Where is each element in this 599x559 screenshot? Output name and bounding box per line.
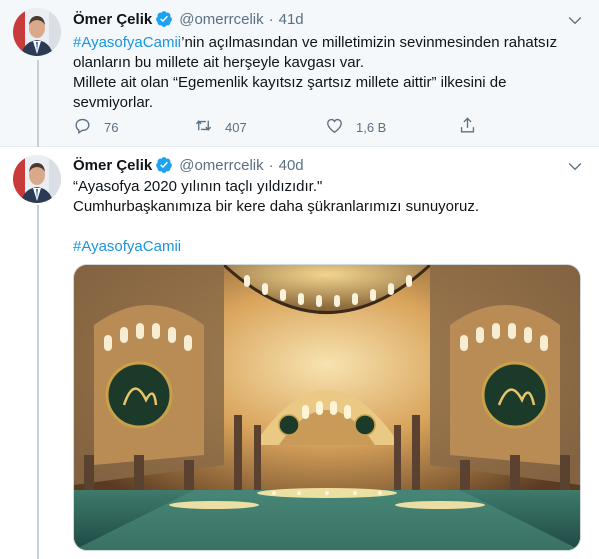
share-icon	[458, 116, 477, 138]
separator-dot: ·	[268, 156, 274, 174]
more-options-icon[interactable]	[565, 156, 585, 176]
thread-line	[37, 60, 39, 147]
tweet-text-line: Millete ait olan “Egemenlik kayıtsız şar…	[73, 74, 507, 91]
reply-icon	[73, 116, 92, 138]
retweet-button[interactable]: 407	[194, 116, 325, 138]
hagia-sophia-interior-image	[74, 265, 580, 550]
separator-dot: ·	[268, 10, 274, 28]
share-button[interactable]	[458, 116, 477, 138]
tweet-text-line: “Ayasofya 2020 yılının taçlı yıldızıdır.…	[73, 178, 323, 195]
reply-button[interactable]: 76	[73, 116, 194, 138]
verified-badge-icon	[155, 10, 173, 28]
tweet-text: #AyasofyaCamii’nin açılmasından ve mille…	[73, 33, 583, 113]
author-name[interactable]: Ömer Çelik	[73, 11, 152, 28]
author-name[interactable]: Ömer Çelik	[73, 157, 152, 174]
retweet-count: 407	[225, 119, 247, 135]
tweet-header: Ömer Çelik @omerrcelik · 41d	[73, 9, 304, 29]
tweet-actions: 76 407 1,6 B	[73, 116, 513, 138]
reply-count: 76	[104, 119, 119, 135]
author-handle[interactable]: @omerrcelik	[179, 11, 263, 28]
tweet-text-line: Cumhurbaşkanımıza bir kere daha şükranla…	[73, 198, 480, 215]
more-options-icon[interactable]	[565, 10, 585, 30]
tweet-timestamp[interactable]: 41d	[279, 11, 304, 28]
hashtag-link[interactable]: #AyasofyaCamii	[73, 34, 181, 51]
avatar[interactable]	[13, 8, 61, 56]
tweet-header: Ömer Çelik @omerrcelik · 40d	[73, 155, 304, 175]
heart-icon	[325, 116, 344, 138]
hashtag-link[interactable]: #AyasofyaCamii	[73, 237, 583, 257]
tweet-2[interactable]: Ömer Çelik @omerrcelik · 40d “Ayasofya 2…	[0, 147, 599, 559]
text-segment: ’nin açılmasından ve milletimizin sevinm…	[181, 34, 558, 51]
retweet-icon	[194, 116, 213, 138]
thread-line	[37, 205, 39, 559]
verified-badge-icon	[155, 156, 173, 174]
avatar[interactable]	[13, 155, 61, 203]
tweet-text: “Ayasofya 2020 yılının taçlı yıldızıdır.…	[73, 177, 583, 257]
like-button[interactable]: 1,6 B	[325, 116, 458, 138]
tweet-1[interactable]: Ömer Çelik @omerrcelik · 41d #AyasofyaCa…	[0, 0, 599, 147]
tweet-image[interactable]	[73, 264, 581, 551]
tweet-text-line: sevmiyorlar.	[73, 94, 154, 111]
tweet-text-line: #AyasofyaCamii’nin açılmasından ve mille…	[73, 33, 583, 53]
like-count: 1,6 B	[356, 119, 387, 135]
tweet-timestamp[interactable]: 40d	[279, 157, 304, 174]
author-handle[interactable]: @omerrcelik	[179, 157, 263, 174]
tweet-text-line: olanların bu millete ait herşeyle kavgas…	[73, 54, 364, 71]
